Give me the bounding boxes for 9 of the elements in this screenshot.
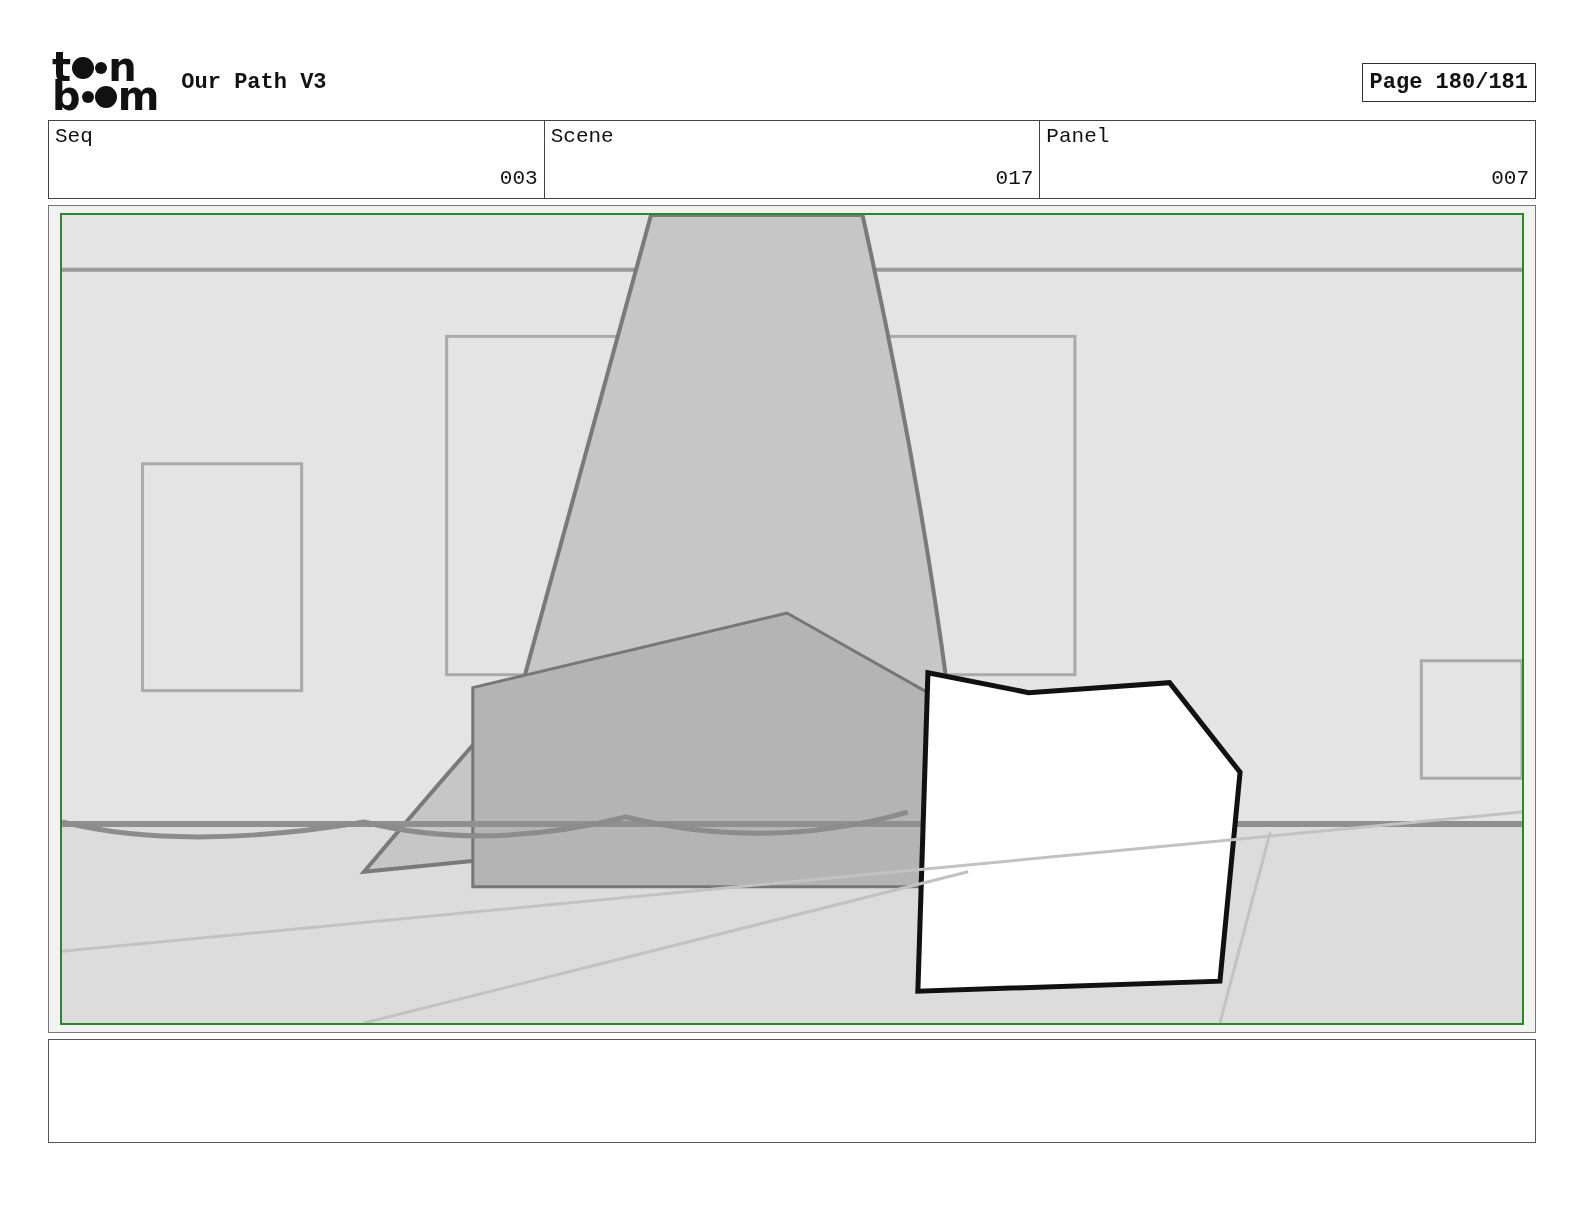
storyboard-title: Our Path V3 [181, 69, 327, 95]
column-header: Scene [550, 125, 615, 148]
logo: t n b m [52, 53, 160, 111]
table-cell-text: 003 [498, 167, 538, 190]
column-header: Panel [1046, 125, 1111, 148]
page-number: Page 180/181 [1361, 62, 1536, 102]
table-cell-text: 007 [1490, 167, 1529, 190]
column-header: Seq [55, 125, 94, 148]
table-cell-text: 017 [994, 167, 1034, 190]
